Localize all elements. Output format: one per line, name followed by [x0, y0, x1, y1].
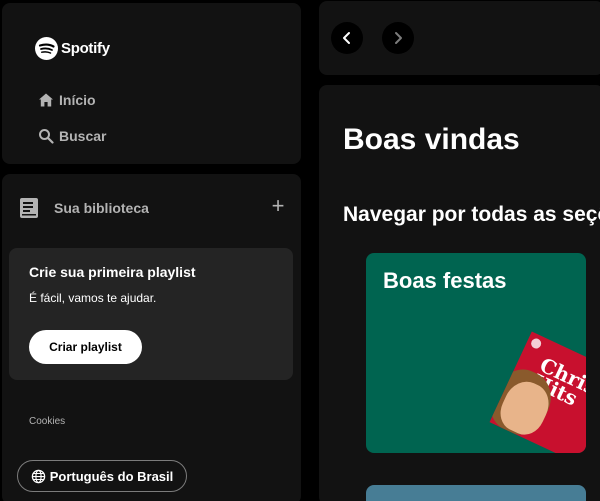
library-title: Sua biblioteca	[54, 200, 149, 216]
main-panel: Boas vindas Navegar por todas as seções …	[319, 85, 600, 501]
create-playlist-subtitle: É fácil, vamos te ajudar.	[29, 291, 157, 305]
nav-home-link[interactable]: Início	[38, 92, 96, 108]
genre-card-cover-image: Christmas Hits	[489, 331, 586, 453]
nav-search-label: Buscar	[59, 128, 107, 144]
create-playlist-card: Crie sua primeira playlist É fácil, vamo…	[9, 248, 293, 380]
language-label: Português do Brasil	[49, 468, 174, 484]
library-header-button[interactable]: Sua biblioteca	[19, 197, 149, 219]
nav-home-label: Início	[59, 92, 96, 108]
spotify-logo-text: Spotify	[61, 40, 110, 57]
create-playlist-title: Crie sua primeira playlist	[29, 264, 196, 280]
genre-card-2[interactable]	[366, 485, 586, 501]
home-icon	[39, 93, 53, 107]
chevron-right-icon	[395, 32, 402, 44]
library-icon	[20, 198, 38, 218]
spotify-logo-icon	[35, 37, 58, 60]
top-bar	[319, 1, 600, 75]
create-playlist-plus-button[interactable]: +	[268, 195, 288, 217]
page-title: Boas vindas	[343, 123, 520, 156]
browse-heading: Navegar por todas as seções	[343, 203, 600, 226]
genre-card-boas-festas[interactable]: Boas festas Christmas Hits	[366, 253, 586, 453]
back-button[interactable]	[331, 22, 363, 54]
spotify-mini-logo-icon	[529, 336, 543, 351]
cookies-link[interactable]: Cookies	[29, 416, 65, 427]
create-playlist-button[interactable]: Criar playlist	[29, 330, 142, 364]
nav-panel: Spotify Início Buscar	[2, 3, 301, 164]
spotify-logo[interactable]: Spotify	[35, 37, 110, 60]
forward-button[interactable]	[382, 22, 414, 54]
language-button[interactable]: Português do Brasil	[17, 460, 187, 492]
globe-icon	[31, 469, 45, 483]
nav-search-link[interactable]: Buscar	[38, 128, 106, 144]
search-icon	[39, 129, 54, 144]
library-panel: Sua biblioteca + Crie sua primeira playl…	[2, 174, 301, 501]
chevron-left-icon	[343, 32, 350, 44]
genre-card-title: Boas festas	[383, 268, 507, 293]
